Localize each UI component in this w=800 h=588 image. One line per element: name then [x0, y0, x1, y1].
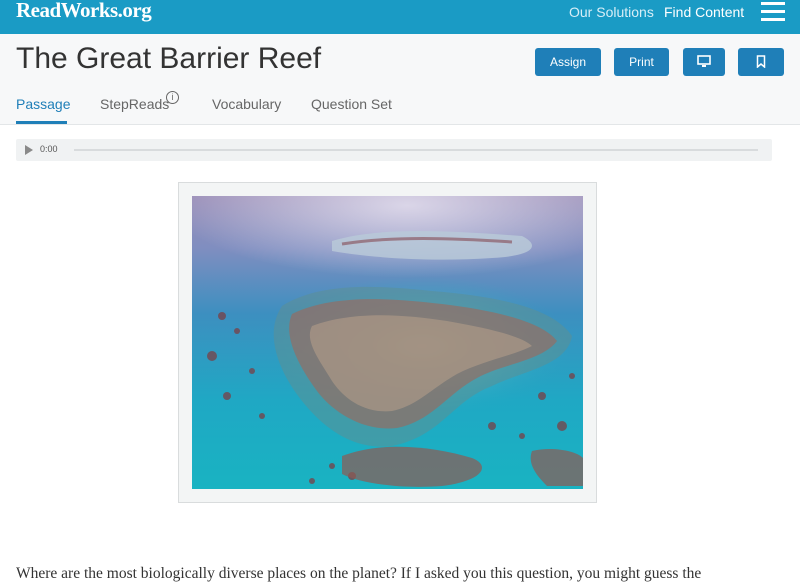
page-title: The Great Barrier Reef — [16, 42, 322, 75]
assign-button[interactable]: Assign — [535, 48, 601, 76]
coral-reef-image — [192, 196, 583, 489]
play-icon[interactable] — [25, 145, 33, 155]
bookmark-icon — [756, 55, 766, 69]
tab-question-set[interactable]: Question Set — [311, 96, 392, 112]
audio-time: 0:00 — [40, 144, 58, 154]
passage-image-frame — [178, 182, 597, 503]
present-button[interactable] — [683, 48, 725, 76]
nav-link-our-solutions[interactable]: Our Solutions — [569, 4, 654, 20]
tab-stepreads[interactable]: StepReads — [100, 96, 169, 112]
audio-player: 0:00 — [16, 139, 772, 161]
tab-passage[interactable]: Passage — [16, 96, 70, 112]
info-icon[interactable]: i — [166, 91, 179, 104]
monitor-icon — [697, 55, 711, 67]
passage-text: Where are the most biologically diverse … — [16, 565, 702, 582]
bookmark-button[interactable] — [738, 48, 784, 76]
print-button[interactable]: Print — [614, 48, 669, 76]
active-tab-indicator — [16, 121, 67, 124]
top-nav-bar: ReadWorks.org Our Solutions Find Content — [0, 0, 800, 34]
hamburger-icon[interactable] — [761, 2, 785, 22]
readworks-logo[interactable]: ReadWorks.org — [16, 0, 152, 23]
passage-header: The Great Barrier Reef Assign Print Pass… — [0, 34, 800, 125]
audio-progress-track[interactable] — [74, 149, 758, 151]
tab-vocabulary[interactable]: Vocabulary — [212, 96, 281, 112]
nav-link-find-content[interactable]: Find Content — [664, 4, 744, 20]
